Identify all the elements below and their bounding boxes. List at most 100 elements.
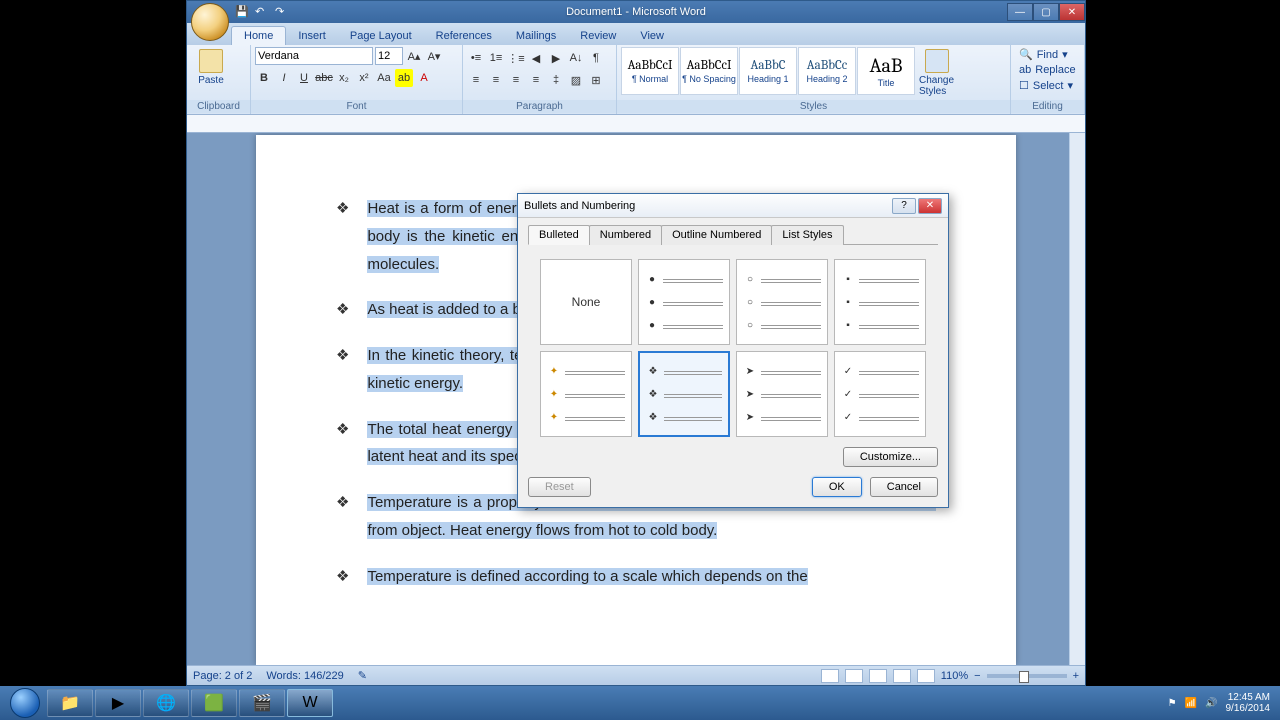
proofing-icon[interactable]: ✎ [358,669,367,682]
clock[interactable]: 12:45 AM 9/16/2014 [1226,692,1271,714]
font-color-button[interactable]: A [415,69,433,87]
reset-button: Reset [528,477,591,497]
close-button[interactable]: ✕ [1059,3,1085,21]
outline-view[interactable] [893,669,911,683]
zoom-out-button[interactable]: − [974,670,980,682]
tab-home[interactable]: Home [231,26,286,45]
dialog-help-button[interactable]: ? [892,198,916,214]
word-count[interactable]: Words: 146/229 [266,670,343,682]
save-icon[interactable]: 💾 [235,5,249,19]
bullet-option-star[interactable]: ✦ ✦ ✦ [540,351,632,437]
titlebar: 💾 ↶ ↷ Document1 - Microsoft Word — ▢ ✕ [187,1,1085,23]
zoom-level[interactable]: 110% [941,670,968,682]
decrease-indent-button[interactable]: ◀ [527,49,545,67]
borders-button[interactable]: ⊞ [587,71,605,89]
tab-review[interactable]: Review [568,27,628,45]
bullet-option-arrow[interactable]: ➤ ➤ ➤ [736,351,828,437]
cancel-button[interactable]: Cancel [870,477,938,497]
underline-button[interactable]: U [295,69,313,87]
group-clipboard: Clipboard [187,100,250,113]
tab-mailings[interactable]: Mailings [504,27,568,45]
bullets-button[interactable]: •≡ [467,49,485,67]
tab-list-styles[interactable]: List Styles [771,225,843,245]
font-family-input[interactable] [255,47,373,65]
tab-outline-numbered[interactable]: Outline Numbered [661,225,772,245]
office-button[interactable] [191,3,229,41]
draft-view[interactable] [917,669,935,683]
dialog-tabs: Bulleted Numbered Outline Numbered List … [528,224,938,245]
shading-button[interactable]: ▨ [567,71,585,89]
group-paragraph: Paragraph [463,100,616,113]
tab-view[interactable]: View [628,27,676,45]
bullet-option-circle[interactable]: ○ ○ ○ [736,259,828,345]
increase-indent-button[interactable]: ▶ [547,49,565,67]
tab-numbered[interactable]: Numbered [589,225,662,245]
minimize-button[interactable]: — [1007,3,1033,21]
dialog-titlebar: Bullets and Numbering ? ✕ [518,194,948,218]
sort-button[interactable]: A↓ [567,49,585,67]
bullet-option-disc[interactable]: ● ● ● [638,259,730,345]
full-screen-view[interactable] [845,669,863,683]
grow-font-button[interactable]: A▴ [405,47,423,65]
show-marks-button[interactable]: ¶ [587,49,605,67]
print-layout-view[interactable] [821,669,839,683]
vertical-scrollbar[interactable] [1069,133,1085,665]
tray-flag-icon[interactable]: ⚑ [1168,698,1177,709]
strikethrough-button[interactable]: abc [315,69,333,87]
tab-bulleted[interactable]: Bulleted [528,225,590,245]
customize-button[interactable]: Customize... [843,447,938,467]
justify-button[interactable]: ≡ [527,71,545,89]
ok-button[interactable]: OK [812,477,862,497]
change-styles-button[interactable]: Change Styles [917,47,957,99]
page-status[interactable]: Page: 2 of 2 [193,670,252,682]
italic-button[interactable]: I [275,69,293,87]
tab-page-layout[interactable]: Page Layout [338,27,424,45]
web-layout-view[interactable] [869,669,887,683]
replace-button[interactable]: ab Replace [1015,63,1080,77]
bullet-option-diamond[interactable]: ❖ ❖ ❖ [638,351,730,437]
tab-references[interactable]: References [424,27,504,45]
align-left-button[interactable]: ≡ [467,71,485,89]
align-right-button[interactable]: ≡ [507,71,525,89]
quick-access-toolbar: 💾 ↶ ↷ [235,5,289,19]
align-center-button[interactable]: ≡ [487,71,505,89]
bullet-option-none[interactable]: None [540,259,632,345]
paste-button[interactable]: Paste [191,47,231,88]
bold-button[interactable]: B [255,69,273,87]
find-button[interactable]: 🔍 Find ▾ [1015,47,1080,62]
zoom-slider[interactable] [987,674,1067,678]
multilevel-button[interactable]: ⋮≡ [507,49,525,67]
undo-icon[interactable]: ↶ [255,5,269,19]
list-item: Temperature is defined according to a sc… [367,568,807,585]
redo-icon[interactable]: ↷ [275,5,289,19]
select-button[interactable]: ☐ Select ▾ [1015,78,1080,93]
taskbar-app1[interactable]: 🟩 [191,689,237,717]
statusbar: Page: 2 of 2 Words: 146/229 ✎ 110% − + [187,665,1085,685]
taskbar-explorer[interactable]: 📁 [47,689,93,717]
highlight-button[interactable]: ab [395,69,413,87]
bullet-option-square[interactable]: ▪ ▪ ▪ [834,259,926,345]
zoom-in-button[interactable]: + [1073,670,1079,682]
subscript-button[interactable]: x₂ [335,69,353,87]
tray-network-icon[interactable]: 📶 [1185,698,1197,709]
window-title: Document1 - Microsoft Word [566,6,706,18]
change-case-button[interactable]: Aa [375,69,393,87]
taskbar-word[interactable]: W [287,689,333,717]
maximize-button[interactable]: ▢ [1033,3,1059,21]
ribbon: Paste Clipboard A▴ A▾ B I U abc x₂ [187,45,1085,115]
tray-volume-icon[interactable]: 🔊 [1205,698,1217,709]
style-gallery[interactable]: AaBbCcI¶ Normal AaBbCcI¶ No Spacing AaBb… [621,47,915,95]
numbering-button[interactable]: 1≡ [487,49,505,67]
superscript-button[interactable]: x² [355,69,373,87]
taskbar-media-player[interactable]: ▶ [95,689,141,717]
dialog-close-button[interactable]: ✕ [918,198,942,214]
font-size-input[interactable] [375,47,403,65]
taskbar-chrome[interactable]: 🌐 [143,689,189,717]
taskbar-app2[interactable]: 🎬 [239,689,285,717]
ruler[interactable] [187,115,1085,133]
tab-insert[interactable]: Insert [286,27,338,45]
start-button[interactable] [4,686,46,720]
bullet-option-check[interactable]: ✓ ✓ ✓ [834,351,926,437]
line-spacing-button[interactable]: ‡ [547,71,565,89]
shrink-font-button[interactable]: A▾ [425,47,443,65]
